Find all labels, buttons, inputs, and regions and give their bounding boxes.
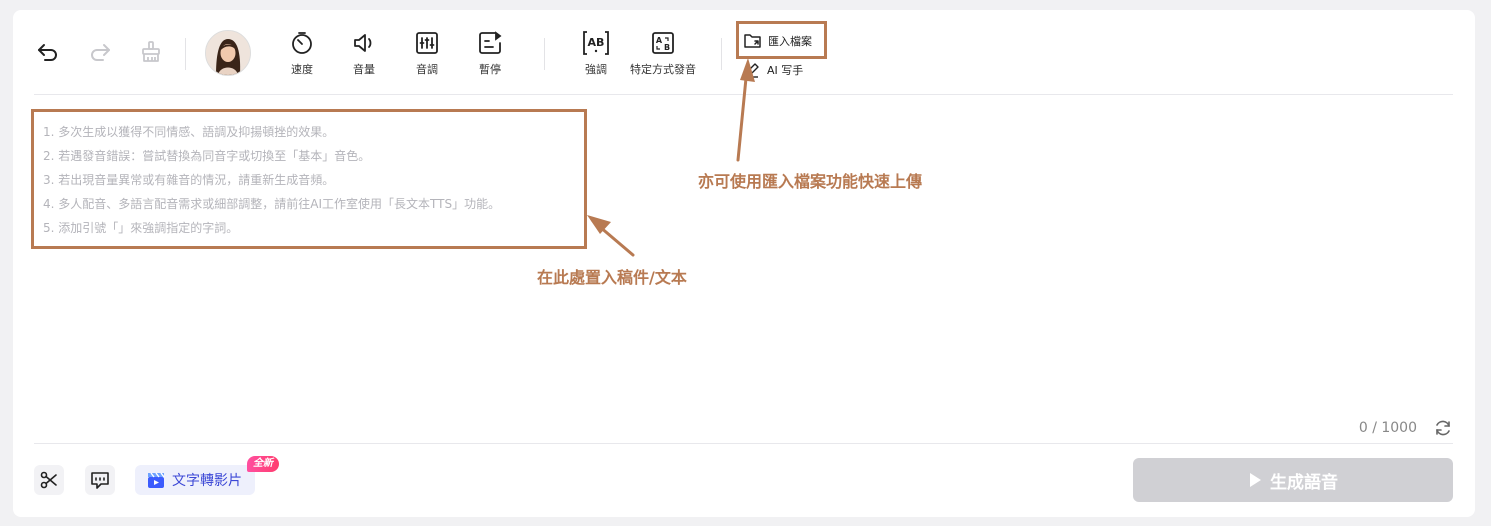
refresh-button[interactable] [1433, 418, 1453, 438]
annotation-arrows [587, 58, 755, 257]
script-annotation: 在此處置入稿件/文本 [537, 268, 687, 287]
generate-speech-button[interactable]: 生成語音 [1133, 458, 1453, 502]
import-annotation: 亦可使用匯入檔案功能快速上傳 [698, 172, 923, 191]
text-to-video-label: 文字轉影片 [172, 473, 242, 489]
scissors-button[interactable] [34, 465, 64, 495]
play-icon [1250, 473, 1261, 487]
clapperboard-icon [148, 472, 165, 488]
character-counter: 0 / 1000 [1358, 420, 1417, 436]
text-to-video-button[interactable]: 文字轉影片 [135, 465, 255, 495]
chat-bubble-icon [91, 472, 109, 489]
generate-speech-label: 生成語音 [1270, 472, 1338, 493]
subtitle-button[interactable] [85, 465, 115, 495]
footer-divider [34, 443, 1453, 444]
refresh-icon [1436, 420, 1450, 436]
new-badge: 全新 [247, 456, 279, 472]
scissors-icon [40, 471, 57, 489]
